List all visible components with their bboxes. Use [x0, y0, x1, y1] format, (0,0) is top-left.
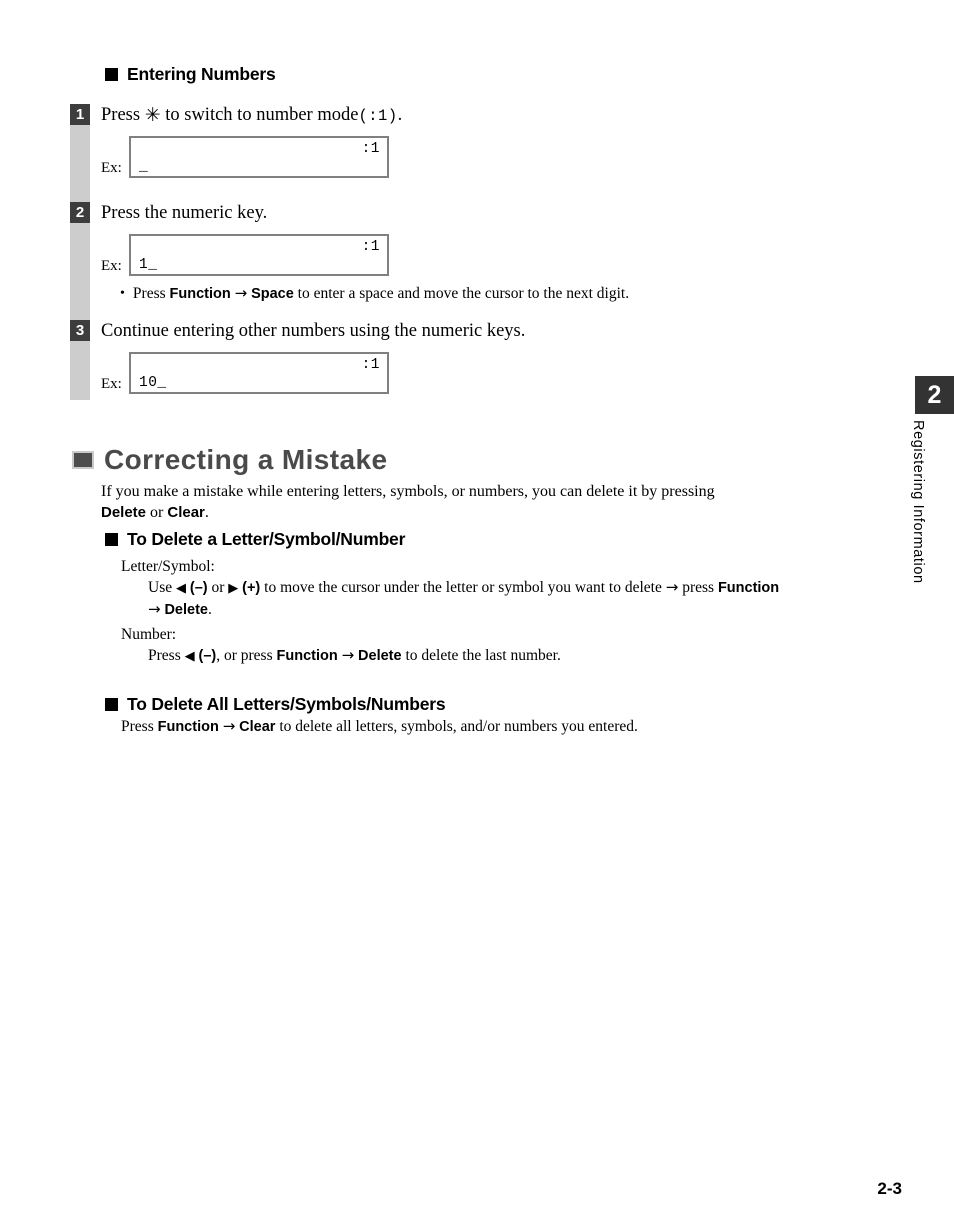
arrow-icon: → [222, 717, 236, 735]
key-delete: Delete [358, 648, 402, 664]
key-clear: Clear [239, 719, 276, 735]
ls-t3: to move the cursor under the letter or s… [260, 579, 666, 596]
step-1-code: (:1) [358, 107, 398, 125]
lcd-3-line-2: 10_ [139, 375, 167, 391]
step-2-text: Press the numeric key. [101, 203, 268, 223]
page-number: 2-3 [877, 1179, 902, 1198]
intro-t3: . [204, 504, 209, 521]
arrow-icon: → [234, 284, 248, 302]
delete-all-body: Press Function → Clear to delete all let… [121, 716, 881, 737]
arrow-left-key-icon: ◀ [175, 581, 186, 596]
note-t1: Press [132, 285, 170, 302]
da-t1: Press [121, 718, 158, 735]
chapter-tab-number: 2 [915, 376, 954, 414]
example-1: Ex: :1 _ [101, 136, 393, 178]
lcd-2-line-1: :1 [361, 239, 380, 255]
da-t2: to delete all letters, symbols, and/or n… [275, 718, 638, 735]
note-t2: to enter a space and move the cursor to … [293, 285, 630, 302]
intro-t1: If you make a mistake while entering let… [101, 483, 715, 500]
document-page: Entering Numbers 1 Press ✳ to switch to … [0, 0, 954, 1227]
example-3: Ex: :1 10_ [101, 352, 393, 394]
chapter-tab-label-text: Registering Information [910, 420, 926, 584]
letter-symbol-term: Letter/Symbol: [121, 558, 215, 575]
heading-correcting-a-mistake: Correcting a Mistake [72, 444, 387, 476]
heading-entering-numbers-label: Entering Numbers [127, 64, 276, 84]
ls-t5: . [207, 601, 212, 618]
intro-t2: or [146, 504, 168, 521]
heading-to-delete-one: To Delete a Letter/Symbol/Number [105, 529, 405, 550]
step-3-text: Continue entering other numbers using th… [101, 321, 526, 341]
correcting-intro: If you make a mistake while entering let… [101, 481, 891, 523]
heading-to-delete-all-label: To Delete All Letters/Symbols/Numbers [127, 694, 446, 714]
heading-to-delete-all: To Delete All Letters/Symbols/Numbers [105, 694, 446, 715]
step-1-text: Press ✳ to switch to number mode(:1). [101, 104, 402, 127]
lcd-display-1: :1 _ [129, 136, 389, 178]
square-bullet-icon [105, 698, 118, 711]
key-delete: Delete [101, 504, 147, 521]
lcd-3-line-1: :1 [361, 357, 380, 373]
key-function: Function [717, 580, 780, 596]
arrow-icon: → [665, 578, 679, 596]
heading-entering-numbers: Entering Numbers [105, 64, 276, 85]
lcd-display-2: :1 1_ [129, 234, 389, 276]
bullet-dot-icon: • [120, 286, 125, 301]
lcd-1-line-1: :1 [361, 141, 380, 157]
example-2: Ex: :1 1_ [101, 234, 393, 276]
chapter-tab-label: Registering Information [907, 420, 929, 590]
step-2-note-text: Press Function → Space to enter a space … [133, 284, 629, 304]
ls-t4: press [678, 579, 718, 596]
heading-to-delete-one-label: To Delete a Letter/Symbol/Number [127, 529, 406, 549]
key-function: Function [169, 286, 231, 302]
square-bullet-icon [105, 533, 118, 546]
heading-correcting-a-mistake-label: Correcting a Mistake [104, 444, 388, 475]
step-number-3: 3 [70, 320, 90, 341]
example-2-label: Ex: [101, 258, 122, 274]
lcd-display-3: :1 10_ [129, 352, 389, 394]
step-rail [70, 104, 90, 400]
number-term: Number: [121, 626, 177, 643]
key-space: Space [251, 286, 294, 302]
number-body: Press ◀ (–), or press Function → Delete … [148, 645, 893, 667]
arrow-icon: → [148, 600, 161, 618]
key-function: Function [276, 648, 338, 664]
asterisk-key-icon: ✳ [144, 104, 161, 126]
ls-t2: or [207, 579, 229, 596]
lcd-2-line-2: 1_ [139, 257, 158, 273]
key-function: Function [157, 719, 219, 735]
example-3-label: Ex: [101, 376, 122, 392]
arrow-icon: → [341, 646, 355, 664]
step-2-note: • Press Function → Space to enter a spac… [120, 284, 629, 304]
nb-t3: to delete the last number. [401, 647, 561, 664]
letter-symbol-body: Use ◀ (–) or ▶ (+) to move the cursor un… [148, 577, 893, 620]
key-delete: Delete [164, 602, 208, 618]
step-1-text-after: . [397, 105, 403, 125]
key-plus: (+) [242, 580, 261, 596]
arrow-left-key-icon: ◀ [184, 649, 195, 664]
arrow-right-key-icon: ▶ [228, 581, 239, 596]
lcd-1-line-2: _ [139, 159, 149, 175]
nb-t2: , or press [216, 647, 277, 664]
key-clear: Clear [167, 504, 205, 521]
square-bullet-icon [105, 68, 118, 81]
step-1-text-mid: to switch to number mode [165, 105, 359, 125]
step-1-text-before: Press [101, 105, 141, 125]
key-minus: (–) [198, 648, 217, 664]
ls-t1: Use [148, 579, 176, 596]
step-number-2: 2 [70, 202, 90, 223]
example-1-label: Ex: [101, 160, 122, 176]
square-bullet-gray-icon [72, 451, 94, 469]
key-minus: (–) [189, 580, 208, 596]
step-number-1: 1 [70, 104, 90, 125]
nb-t1: Press [148, 647, 185, 664]
